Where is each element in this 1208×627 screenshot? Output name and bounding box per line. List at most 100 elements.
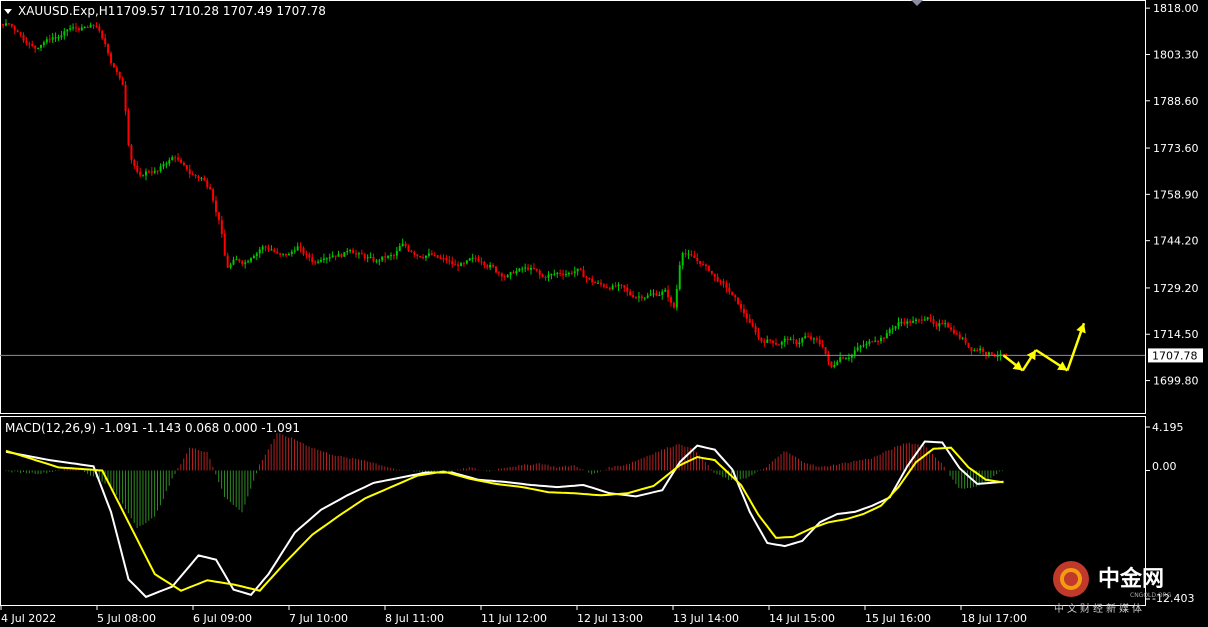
candle-body — [509, 272, 512, 276]
candle-body — [830, 361, 833, 367]
candle-body — [742, 308, 745, 314]
candle-body — [407, 246, 410, 251]
candle-body — [355, 253, 357, 255]
candle-body — [217, 212, 220, 221]
date-tick-label: 6 Jul 09:00 — [193, 612, 252, 625]
candle-body — [935, 324, 938, 327]
candle-body — [174, 157, 177, 159]
candle-body — [410, 250, 413, 252]
candle-body — [10, 23, 13, 27]
candle-body — [177, 157, 180, 160]
candle-body — [932, 319, 935, 325]
candle-body — [229, 264, 232, 268]
candle-body — [923, 319, 926, 321]
candle-body — [95, 25, 98, 27]
candle-body — [16, 30, 19, 33]
candle-body — [159, 166, 162, 172]
candle-body — [562, 273, 565, 276]
candle-body — [608, 287, 611, 290]
candle-body — [290, 251, 293, 254]
candle-body — [602, 284, 605, 287]
date-tick-label: 5 Jul 08:00 — [97, 612, 156, 625]
candle-body — [86, 26, 89, 28]
candle-body — [973, 350, 976, 352]
candle-body — [165, 163, 168, 165]
candle-body — [497, 272, 500, 274]
candle-body — [801, 338, 804, 343]
candle-body — [506, 275, 509, 278]
candle-body — [378, 260, 381, 262]
candle-body — [570, 272, 573, 274]
candle-body — [681, 253, 684, 266]
candle-body — [308, 254, 311, 258]
candle-body — [766, 339, 769, 343]
candle-body — [433, 254, 436, 256]
candle-body — [912, 320, 915, 323]
candle-body — [451, 261, 454, 265]
candle-body — [83, 26, 86, 28]
candle-body — [445, 258, 448, 261]
candle-body — [696, 257, 699, 261]
candle-body — [337, 254, 340, 257]
candle-body — [293, 250, 296, 252]
candle-body — [783, 338, 786, 342]
candle-body — [649, 294, 652, 296]
candle-body — [255, 253, 258, 256]
candle-body — [156, 170, 159, 172]
candle-body — [856, 347, 859, 351]
candle-body — [547, 274, 550, 278]
ohlc-values: 1709.57 1710.28 1707.49 1707.78 — [116, 4, 326, 18]
candle-body — [422, 257, 425, 259]
candle-body — [69, 28, 72, 30]
candle-body — [235, 259, 238, 261]
candle-body — [40, 44, 42, 48]
candle-body — [305, 254, 308, 256]
candle-body — [320, 259, 322, 262]
candle-body — [795, 340, 798, 345]
candle-body — [565, 274, 567, 276]
candle-body — [915, 319, 917, 321]
candle-body — [413, 251, 416, 255]
macd-top-value: 4.195 — [1152, 421, 1184, 434]
watermark-brand: 中金网 — [1098, 566, 1164, 592]
candle-body — [215, 200, 217, 213]
candle-body — [346, 250, 349, 253]
candle-body — [331, 255, 334, 258]
candle-body — [492, 264, 495, 267]
candle-body — [909, 321, 912, 323]
candle-body — [72, 27, 75, 29]
candle-body — [532, 267, 535, 269]
candle-body — [500, 273, 503, 277]
candle-body — [127, 111, 130, 146]
candle-body — [206, 180, 209, 187]
candle-body — [748, 318, 751, 323]
candle-body — [944, 323, 947, 325]
candle-body — [495, 266, 497, 273]
candle-body — [559, 272, 562, 274]
candle-body — [941, 323, 944, 325]
candle-body — [279, 253, 282, 255]
candle-body — [576, 268, 579, 272]
candle-body — [521, 268, 524, 270]
candle-body — [754, 326, 757, 333]
candle-body — [600, 282, 602, 285]
candle-body — [468, 258, 471, 261]
price-tick-label: 1773.60 — [1153, 142, 1199, 155]
date-tick-label: 14 Jul 15:00 — [769, 612, 835, 625]
candle-body — [623, 285, 626, 288]
candle-body — [903, 321, 906, 324]
candle-body — [223, 233, 226, 256]
candle-body — [439, 257, 442, 259]
candle-body — [153, 170, 156, 173]
candle-body — [325, 258, 328, 260]
candle-body — [390, 255, 392, 257]
candle-body — [503, 276, 506, 278]
price-tick-label: 1729.20 — [1153, 282, 1199, 295]
candle-body — [597, 282, 600, 284]
candle-body — [661, 291, 664, 296]
candle-body — [427, 253, 430, 256]
candle-body — [121, 78, 124, 85]
candle-body — [769, 339, 772, 341]
candle-body — [737, 297, 740, 305]
candle-body — [672, 302, 675, 308]
